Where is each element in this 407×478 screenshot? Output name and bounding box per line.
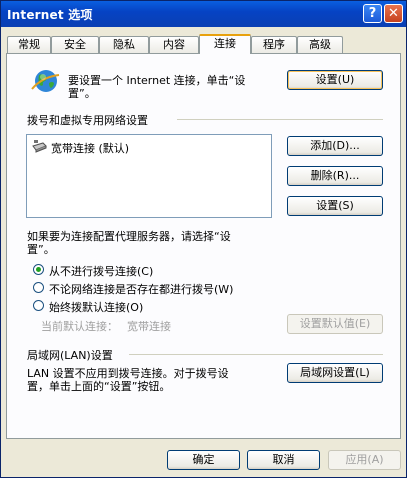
- radio-indicator: [33, 282, 44, 293]
- setup-button[interactable]: 设置(U): [287, 70, 383, 90]
- radio-never-dial[interactable]: 从不进行拨号连接(C): [33, 262, 233, 278]
- connection-settings-button[interactable]: 设置(S): [287, 196, 383, 216]
- remove-connection-button[interactable]: 删除(R)...: [287, 166, 383, 186]
- dialup-group-label: 拨号和虚拟专用网络设置: [27, 114, 148, 127]
- tab-security[interactable]: 安全: [51, 36, 99, 53]
- tab-advanced[interactable]: 高级: [297, 36, 343, 53]
- window-title: Internet 选项: [7, 8, 93, 22]
- ok-button[interactable]: 确定: [167, 450, 240, 470]
- connections-panel: 要设置一个 Internet 连接，单击“设 置”。 设置(U) 拨号和虚拟专用…: [6, 53, 401, 439]
- list-item[interactable]: 宽带连接 (默认): [31, 139, 251, 155]
- lan-group-label: 局域网(LAN)设置: [27, 349, 113, 362]
- add-connection-button[interactable]: 添加(D)...: [287, 136, 383, 156]
- proxy-note-line1: 如果要为连接配置代理服务器，请选择“设: [27, 230, 231, 243]
- proxy-note-line2: 置”。: [27, 243, 55, 256]
- lan-description-line2: 置，单击上面的“设置”按钮。: [27, 380, 171, 393]
- radio-label: 不论网络连接是否存在都进行拨号(W): [49, 283, 234, 296]
- current-default-label: 当前默认连接：: [41, 320, 118, 333]
- title-bar[interactable]: Internet 选项 ? ✕: [1, 1, 406, 27]
- internet-options-dialog: Internet 选项 ? ✕ 常规 安全 隐私 内容 连接 程序 高级 要设置…: [0, 0, 407, 478]
- radio-always-dial-default[interactable]: 始终拨默认连接(O): [33, 298, 233, 314]
- tab-content[interactable]: 内容: [149, 36, 199, 53]
- radio-label: 始终拨默认连接(O): [49, 301, 144, 314]
- tab-general[interactable]: 常规: [7, 36, 51, 53]
- connections-listbox[interactable]: 宽带连接 (默认): [26, 134, 272, 218]
- cancel-button[interactable]: 取消: [247, 450, 320, 470]
- tab-strip: 常规 安全 隐私 内容 连接 程序 高级: [1, 34, 406, 54]
- apply-button[interactable]: 应用(A): [328, 450, 401, 470]
- lan-group-divider: [129, 354, 383, 355]
- tab-connections[interactable]: 连接: [199, 34, 251, 54]
- globe-icon: [29, 67, 61, 95]
- tab-privacy[interactable]: 隐私: [99, 36, 149, 53]
- tab-programs[interactable]: 程序: [251, 36, 297, 53]
- current-default-value: 宽带连接: [127, 320, 171, 333]
- radio-indicator-checked: [33, 264, 44, 275]
- radio-dial-whenever[interactable]: 不论网络连接是否存在都进行拨号(W): [33, 280, 273, 296]
- radio-indicator: [33, 300, 44, 311]
- connection-label: 宽带连接 (默认): [51, 142, 130, 155]
- dialup-group-divider: [177, 119, 383, 120]
- lan-settings-button[interactable]: 局域网设置(L): [287, 363, 383, 383]
- help-button[interactable]: ?: [363, 4, 382, 23]
- set-default-button[interactable]: 设置默认值(E): [287, 314, 383, 334]
- radio-label: 从不进行拨号连接(C): [49, 265, 154, 278]
- modem-icon: [31, 140, 47, 153]
- setup-description-line2: 置”。: [68, 87, 96, 100]
- close-button[interactable]: ✕: [384, 4, 403, 23]
